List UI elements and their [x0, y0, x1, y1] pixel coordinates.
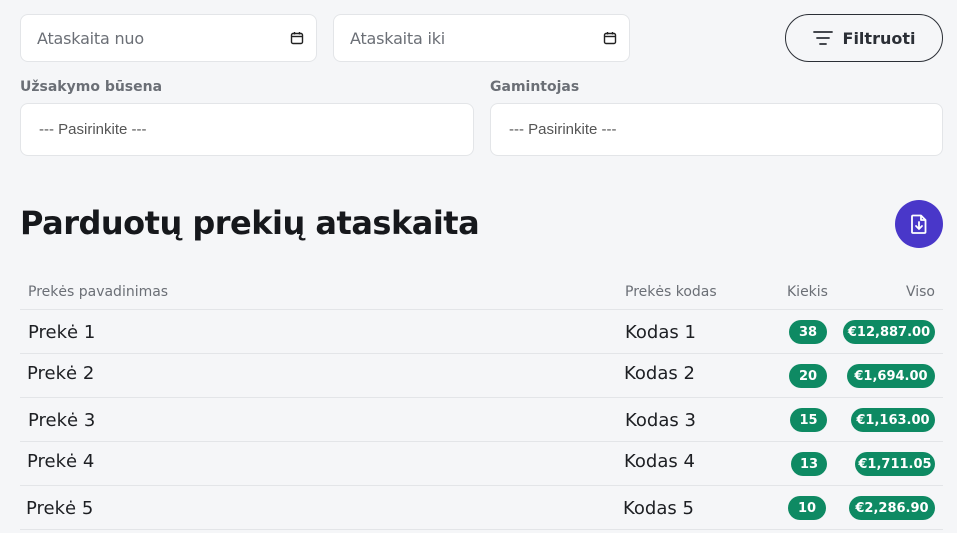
product-code: Kodas 2 [624, 363, 695, 384]
filter-button-label: Filtruoti [842, 28, 916, 48]
manufacturer-placeholder: --- Pasirinkite --- [509, 121, 617, 138]
order-status-label: Užsakymo būsena [20, 79, 163, 95]
table-row: Prekė 4 Kodas 4 13 €1,711.05 [20, 442, 943, 486]
table-row: Prekė 2 Kodas 2 20 €1,694.00 [20, 354, 943, 398]
order-status-select[interactable]: --- Pasirinkite --- [20, 103, 474, 156]
order-status-placeholder: --- Pasirinkite --- [39, 121, 147, 138]
column-header-quantity: Kiekis [787, 284, 828, 300]
date-from-placeholder: Ataskaita nuo [37, 28, 144, 48]
product-code: Kodas 1 [625, 322, 696, 343]
table-header: Prekės pavadinimas Prekės kodas Kiekis V… [20, 278, 943, 310]
manufacturer-label: Gamintojas [490, 79, 580, 95]
column-header-name: Prekės pavadinimas [28, 284, 169, 300]
quantity-badge: 13 [791, 452, 827, 476]
total-badge: €12,887.00 [843, 320, 935, 344]
table-row: Prekė 3 Kodas 3 15 €1,163.00 [20, 398, 943, 442]
calendar-icon[interactable] [290, 31, 304, 45]
date-to-input[interactable]: Ataskaita iki [333, 14, 630, 62]
date-to-placeholder: Ataskaita iki [350, 28, 446, 48]
total-badge: €2,286.90 [849, 496, 935, 520]
product-code: Kodas 4 [624, 451, 695, 472]
page-title: Parduotų prekių ataskaita [20, 204, 480, 242]
column-header-code: Prekės kodas [625, 284, 717, 300]
total-badge: €1,694.00 [847, 364, 935, 388]
report-page: Ataskaita nuo Ataskaita iki Filtruoti Už… [0, 0, 957, 533]
table-row: Prekė 5 Kodas 5 10 €2,286.90 [20, 486, 943, 530]
export-button[interactable] [895, 200, 943, 248]
product-code: Kodas 5 [623, 498, 694, 519]
manufacturer-select[interactable]: --- Pasirinkite --- [490, 103, 943, 156]
product-code: Kodas 3 [625, 410, 696, 431]
column-header-total: Viso [905, 284, 935, 300]
quantity-badge: 20 [789, 364, 827, 388]
product-name: Prekė 4 [27, 451, 95, 472]
file-download-icon [911, 214, 927, 234]
total-badge: €1,163.00 [851, 408, 935, 432]
date-from-input[interactable]: Ataskaita nuo [20, 14, 317, 62]
quantity-badge: 15 [790, 408, 827, 432]
table-row: Prekė 1 Kodas 1 38 €12,887.00 [20, 310, 943, 354]
product-name: Prekė 5 [26, 498, 94, 519]
product-name: Prekė 2 [27, 363, 95, 384]
product-name: Prekė 1 [28, 322, 96, 343]
quantity-badge: 38 [789, 320, 827, 344]
quantity-badge: 10 [788, 496, 826, 520]
total-badge: €1,711.05 [855, 452, 935, 476]
filter-lines-icon [812, 31, 833, 45]
filter-button[interactable]: Filtruoti [785, 14, 943, 62]
calendar-icon[interactable] [603, 31, 617, 45]
product-name: Prekė 3 [28, 410, 96, 431]
